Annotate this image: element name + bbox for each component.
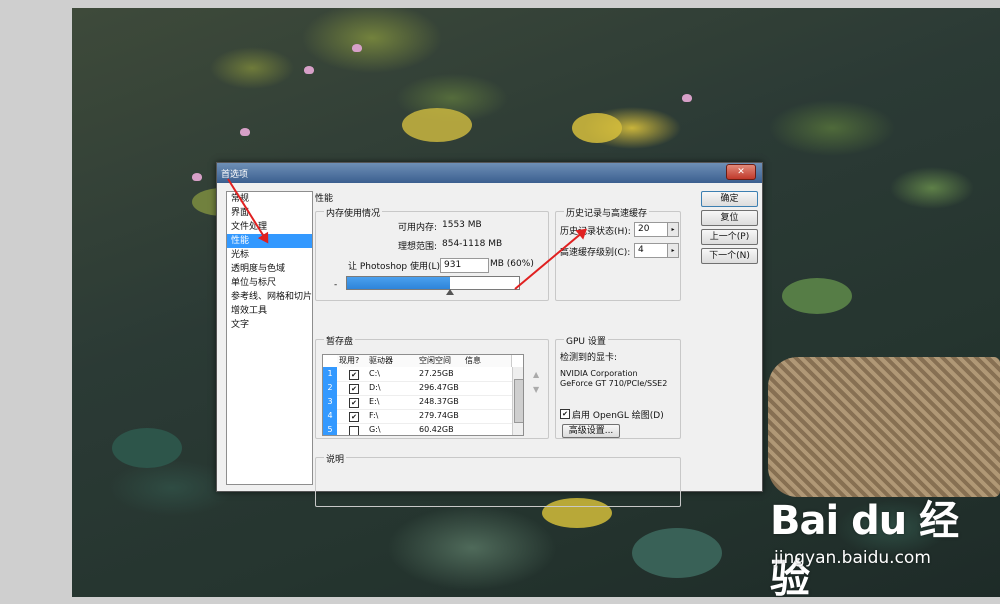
col-header-drive[interactable]: 驱动器 — [367, 355, 418, 367]
scratch-group-title: 暂存盘 — [324, 334, 356, 347]
baidu-logo: Bai du 经验 — [770, 498, 959, 602]
slider-fill — [347, 277, 450, 289]
memory-usage-unit: MB (60%) — [490, 259, 534, 269]
next-button[interactable]: 下一个(N) — [701, 248, 758, 264]
baidu-watermark: Bai du 经验 jingyan.baidu.com — [770, 488, 990, 602]
lotus-leaf — [782, 278, 852, 314]
category-item[interactable]: 增效工具 — [227, 304, 312, 318]
description-title: 说明 — [324, 452, 347, 465]
memory-group-title: 内存使用情况 — [324, 206, 383, 219]
active-checkbox[interactable] — [349, 426, 359, 435]
category-item[interactable]: 透明度与色域 — [227, 262, 312, 276]
drive-cell: F:\ — [369, 411, 379, 420]
history-cache-group: 历史记录与高速缓存 历史记录状态(H): 20 ▸ 高速缓存级别(C): 4 ▸ — [555, 206, 681, 301]
gpu-group-title: GPU 设置 — [564, 334, 608, 347]
dialog-title: 首选项 — [221, 170, 249, 180]
lotus-leaf — [572, 113, 622, 143]
gpu-vendor: NVIDIA Corporation — [560, 369, 638, 378]
drive-cell: C:\ — [369, 369, 380, 378]
reset-button[interactable]: 复位 — [701, 210, 758, 226]
row-number: 2 — [323, 381, 337, 395]
scratch-disks-table: 现用? 驱动器 空闲空间 信息 1 ✔ C:\ 27.25GB 2 ✔ D:\ 296.47G… — [322, 354, 524, 436]
slider-min-mark: - — [334, 280, 338, 290]
col-header-active[interactable]: 现用? — [337, 355, 368, 367]
scrollbar-thumb[interactable] — [514, 379, 523, 423]
cache-levels-input[interactable]: 4 — [634, 243, 669, 258]
lotus-leaf — [632, 528, 722, 578]
ok-button[interactable]: 确定 — [701, 191, 758, 207]
free-space-cell: 27.25GB — [419, 369, 454, 378]
close-button[interactable]: ✕ — [726, 164, 756, 180]
available-memory-value: 1553 MB — [442, 220, 482, 230]
history-group-title: 历史记录与高速缓存 — [564, 206, 650, 219]
active-checkbox[interactable]: ✔ — [349, 412, 359, 422]
drive-cell: E:\ — [369, 397, 380, 406]
photoshop-usage-label: 让 Photoshop 使用(L): — [348, 262, 444, 272]
row-number: 1 — [323, 367, 337, 381]
ideal-range-label: 理想范围: — [398, 242, 438, 252]
free-space-cell: 279.74GB — [419, 411, 459, 420]
table-row[interactable]: 4 ✔ F:\ 279.74GB — [323, 409, 523, 424]
cache-levels-dropdown-icon[interactable]: ▸ — [667, 243, 679, 258]
lotus-flower — [682, 94, 692, 102]
ideal-range-value: 854-1118 MB — [442, 239, 503, 249]
lotus-leaf — [112, 428, 182, 468]
row-number: 5 — [323, 423, 337, 435]
category-item[interactable]: 文件处理 — [227, 220, 312, 234]
table-row[interactable]: 1 ✔ C:\ 27.25GB — [323, 367, 523, 382]
dialog-titlebar[interactable]: 首选项 ✕ — [217, 163, 762, 183]
dialog-body: 常规界面文件处理性能光标透明度与色域单位与标尺参考线、网格和切片增效工具文字 性… — [223, 189, 758, 507]
performance-panel: 性能 内存使用情况 可用内存: 1553 MB 理想范围: 854-1118 M… — [315, 189, 690, 507]
free-space-cell: 60.42GB — [419, 425, 454, 434]
row-number: 3 — [323, 395, 337, 409]
opengl-checkbox[interactable]: ✔ — [560, 409, 570, 419]
memory-usage-input[interactable]: 931 — [440, 258, 489, 273]
free-space-cell: 296.47GB — [419, 383, 459, 392]
active-checkbox[interactable]: ✔ — [349, 384, 359, 394]
lotus-flower — [304, 66, 314, 74]
table-row[interactable]: 5 G:\ 60.42GB — [323, 423, 523, 435]
row-number: 4 — [323, 409, 337, 423]
memory-usage-slider[interactable] — [346, 276, 520, 295]
history-states-input[interactable]: 20 — [634, 222, 669, 237]
watermark-site: jingyan.baidu.com — [774, 548, 931, 568]
free-space-cell: 248.37GB — [419, 397, 459, 406]
lotus-flower — [352, 44, 362, 52]
category-item[interactable]: 参考线、网格和切片 — [227, 290, 312, 304]
table-row[interactable]: 3 ✔ E:\ 248.37GB — [323, 395, 523, 410]
category-item[interactable]: 单位与标尺 — [227, 276, 312, 290]
category-item[interactable]: 光标 — [227, 248, 312, 262]
woven-basket — [768, 357, 1000, 497]
history-states-dropdown-icon[interactable]: ▸ — [667, 222, 679, 237]
category-item[interactable]: 界面 — [227, 206, 312, 220]
active-checkbox[interactable]: ✔ — [349, 398, 359, 408]
lotus-flower — [240, 128, 250, 136]
detected-card-label: 检测到的显卡: — [560, 353, 618, 363]
table-scrollbar[interactable] — [512, 367, 523, 435]
history-states-label: 历史记录状态(H): — [560, 227, 631, 237]
move-down-arrow-icon[interactable]: ▼ — [533, 385, 539, 394]
gpu-model: GeForce GT 710/PCIe/SSE2 — [560, 379, 668, 388]
lotus-leaf — [402, 108, 472, 142]
description-group: 说明 — [315, 452, 681, 507]
lotus-flower — [192, 173, 202, 181]
prev-button[interactable]: 上一个(P) — [701, 229, 758, 245]
section-title: 性能 — [315, 194, 334, 204]
slider-thumb[interactable] — [446, 289, 454, 295]
col-header-info[interactable]: 信息 — [463, 355, 512, 367]
advanced-settings-button[interactable]: 高级设置... — [562, 424, 620, 438]
scratch-disks-group: 暂存盘 现用? 驱动器 空闲空间 信息 1 ✔ C:\ 27.25GB 2 ✔ D:\ 296… — [315, 334, 549, 439]
cache-levels-label: 高速缓存级别(C): — [560, 248, 631, 258]
available-memory-label: 可用内存: — [398, 223, 438, 233]
col-header-free-space[interactable]: 空闲空间 — [417, 355, 464, 367]
drive-cell: D:\ — [369, 383, 381, 392]
move-up-arrow-icon[interactable]: ▲ — [533, 370, 539, 379]
category-item[interactable]: 文字 — [227, 318, 312, 332]
gpu-settings-group: GPU 设置 检测到的显卡: NVIDIA Corporation GeForc… — [555, 334, 681, 439]
preferences-dialog: 首选项 ✕ 常规界面文件处理性能光标透明度与色域单位与标尺参考线、网格和切片增效… — [216, 162, 763, 507]
table-row[interactable]: 2 ✔ D:\ 296.47GB — [323, 381, 523, 396]
active-checkbox[interactable]: ✔ — [349, 370, 359, 380]
drive-cell: G:\ — [369, 425, 381, 434]
opengl-label: 启用 OpenGL 绘图(D) — [572, 411, 664, 421]
